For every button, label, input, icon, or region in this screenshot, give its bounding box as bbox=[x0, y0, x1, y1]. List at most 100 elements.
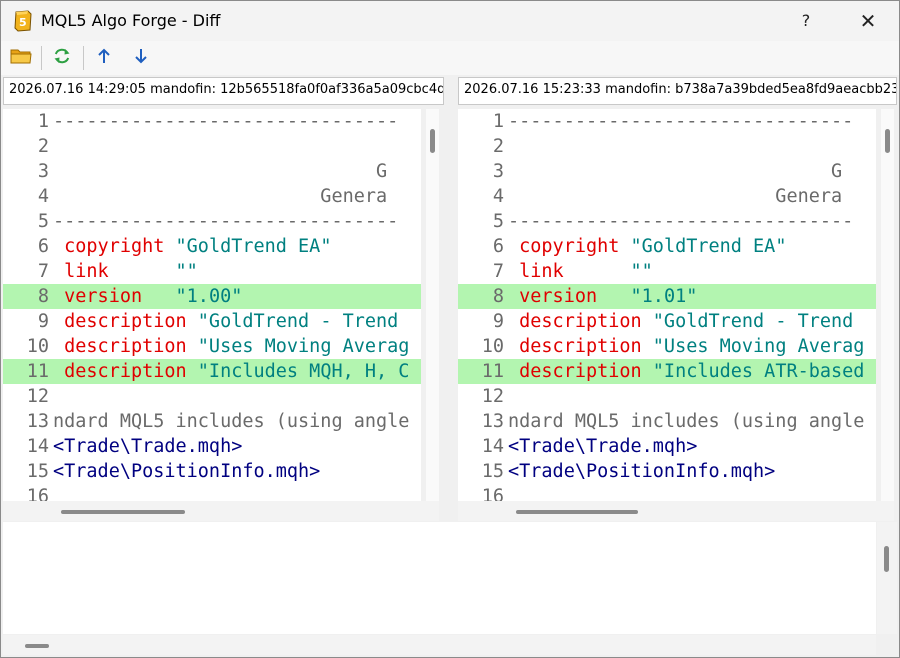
code-text: description "Uses Moving Averag bbox=[508, 334, 864, 359]
right-horizontal-scroll-thumb[interactable] bbox=[516, 510, 638, 514]
bottom-horizontal-scrollbar[interactable] bbox=[3, 635, 876, 655]
toolbar-separator bbox=[41, 46, 42, 70]
code-line: 16 bbox=[458, 484, 876, 501]
code-text: <Trade\PositionInfo.mqh> bbox=[53, 459, 320, 484]
code-text: <Trade\PositionInfo.mqh> bbox=[508, 459, 775, 484]
code-token: ndard MQL5 includes (using angle bbox=[53, 411, 410, 432]
code-token: "Uses Moving Averag bbox=[652, 336, 865, 357]
code-line: 14 <Trade\Trade.mqh> bbox=[3, 434, 421, 459]
bottom-vertical-scrollbar[interactable] bbox=[877, 522, 897, 634]
code-token: version bbox=[508, 286, 598, 307]
left-vertical-scroll-thumb[interactable] bbox=[430, 129, 435, 153]
code-text: G bbox=[508, 159, 842, 184]
code-token: "GoldTrend EA" bbox=[630, 236, 787, 257]
code-text: description "Includes ATR-based bbox=[508, 359, 864, 384]
line-number: 3 bbox=[37, 161, 49, 182]
title-bar: 5 MQL5 Algo Forge - Diff ? ✕ bbox=[1, 1, 899, 41]
right-horizontal-scrollbar[interactable] bbox=[458, 501, 894, 521]
line-number: 8 bbox=[492, 286, 504, 307]
code-token: G bbox=[53, 161, 388, 182]
line-number: 4 bbox=[37, 186, 49, 207]
diff-window: 5 MQL5 Algo Forge - Diff ? ✕ 2026.07.16 … bbox=[0, 0, 900, 658]
code-token: description bbox=[508, 361, 642, 382]
help-button[interactable]: ? bbox=[791, 7, 821, 35]
bottom-horizontal-scroll-thumb[interactable] bbox=[25, 644, 49, 648]
code-text: version "1.01" bbox=[508, 284, 697, 309]
line-number: 9 bbox=[492, 311, 504, 332]
code-line: 12 bbox=[3, 384, 421, 409]
code-text: description "Includes MQH, H, C bbox=[53, 359, 409, 384]
code-text: ------------------------------- bbox=[53, 109, 398, 134]
code-text: ------------------------------- bbox=[53, 209, 398, 234]
code-line: 1 ------------------------------- bbox=[3, 109, 421, 134]
code-line: 7 link "" bbox=[458, 259, 876, 284]
code-line: 3 G bbox=[458, 159, 876, 184]
toolbar bbox=[1, 41, 899, 75]
bottom-detail-panel[interactable] bbox=[3, 522, 876, 634]
code-line: 9 description "GoldTrend - Trend bbox=[3, 309, 421, 334]
line-number: 1 bbox=[37, 111, 49, 132]
line-number: 12 bbox=[26, 386, 49, 407]
app-icon: 5 bbox=[13, 10, 33, 32]
refresh-button[interactable] bbox=[49, 45, 75, 71]
left-vertical-scrollbar[interactable] bbox=[426, 109, 439, 501]
code-text: ndard MQL5 includes (using angle bbox=[508, 409, 864, 434]
code-text: description "GoldTrend - Trend bbox=[508, 309, 853, 334]
code-token: description bbox=[508, 311, 642, 332]
code-text: ------------------------------- bbox=[508, 109, 853, 134]
right-vertical-scrollbar[interactable] bbox=[881, 109, 894, 501]
code-line: 2 bbox=[3, 134, 421, 159]
refresh-icon bbox=[52, 46, 72, 70]
code-text: link "" bbox=[53, 259, 198, 284]
line-number: 6 bbox=[37, 236, 49, 257]
code-text: link "" bbox=[508, 259, 653, 284]
code-line: 4 Genera bbox=[3, 184, 421, 209]
code-token: Genera bbox=[53, 186, 388, 207]
code-line: 12 bbox=[458, 384, 876, 409]
bottom-vertical-scroll-thumb[interactable] bbox=[884, 546, 889, 572]
code-text: description "GoldTrend - Trend bbox=[53, 309, 398, 334]
code-line: 15 <Trade\PositionInfo.mqh> bbox=[3, 459, 421, 484]
next-change-button[interactable] bbox=[128, 45, 154, 71]
line-number: 7 bbox=[492, 261, 504, 282]
left-horizontal-scroll-thumb[interactable] bbox=[61, 510, 185, 514]
code-token: ------------------------------- bbox=[53, 111, 399, 132]
code-line: 6 copyright "GoldTrend EA" bbox=[458, 234, 876, 259]
window-title: MQL5 Algo Forge - Diff bbox=[41, 11, 221, 30]
right-vertical-scroll-thumb[interactable] bbox=[885, 129, 890, 153]
code-token: ------------------------------- bbox=[53, 211, 399, 232]
close-button[interactable]: ✕ bbox=[853, 7, 883, 35]
code-token: description bbox=[53, 336, 187, 357]
previous-change-button[interactable] bbox=[91, 45, 117, 71]
changed-code-line: 8 version "1.01" bbox=[458, 284, 876, 309]
code-token: copyright bbox=[53, 236, 165, 257]
code-text: ------------------------------- bbox=[508, 209, 853, 234]
code-line: 3 G bbox=[3, 159, 421, 184]
line-number: 8 bbox=[37, 286, 49, 307]
line-number: 16 bbox=[26, 486, 49, 501]
code-token: <Trade\Trade.mqh> bbox=[53, 436, 243, 457]
changed-code-line: 8 version "1.00" bbox=[3, 284, 421, 309]
code-token: description bbox=[508, 336, 642, 357]
left-horizontal-scrollbar[interactable] bbox=[3, 501, 439, 521]
code-line: 4 Genera bbox=[458, 184, 876, 209]
line-number: 16 bbox=[481, 486, 504, 501]
code-line: 13 ndard MQL5 includes (using angle bbox=[3, 409, 421, 434]
line-number: 13 bbox=[481, 411, 504, 432]
open-folder-button[interactable] bbox=[8, 45, 34, 71]
code-line: 10 description "Uses Moving Averag bbox=[3, 334, 421, 359]
code-line: 2 bbox=[458, 134, 876, 159]
left-code-pane[interactable]: 1 ------------------------------- 2 3 G4 Ge… bbox=[3, 109, 421, 501]
right-code-pane[interactable]: 1 ------------------------------- 2 3 G4 Ge… bbox=[458, 109, 876, 501]
code-token: "" bbox=[630, 261, 653, 282]
code-text: copyright "GoldTrend EA" bbox=[508, 234, 786, 259]
